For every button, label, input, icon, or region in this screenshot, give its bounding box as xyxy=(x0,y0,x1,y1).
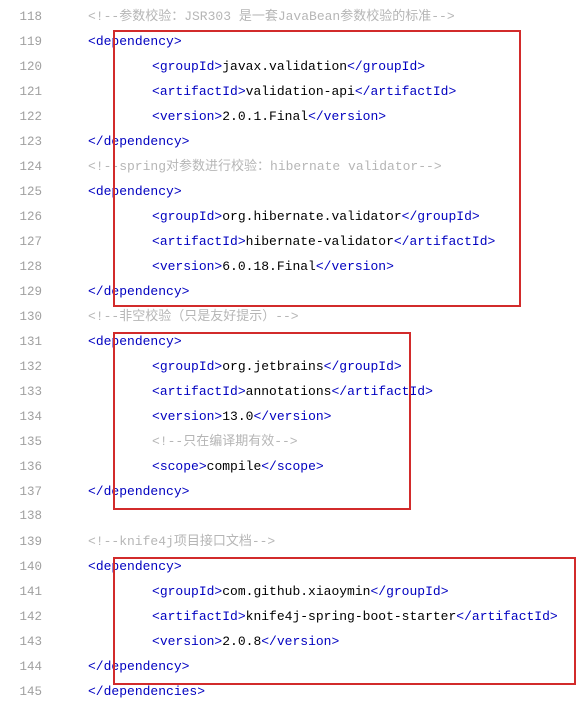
code-content[interactable]: <groupId>org.jetbrains</groupId> xyxy=(60,354,583,379)
line-number: 124 xyxy=(0,155,60,180)
code-line[interactable]: 121<artifactId>validation-api</artifactI… xyxy=(0,79,583,104)
line-number: 123 xyxy=(0,130,60,155)
code-line[interactable]: 144</dependency> xyxy=(0,654,583,679)
line-number: 145 xyxy=(0,680,60,705)
line-number: 118 xyxy=(0,5,60,30)
code-content[interactable]: <groupId>org.hibernate.validator</groupI… xyxy=(60,204,583,229)
code-line[interactable]: 127<artifactId>hibernate-validator</arti… xyxy=(0,229,583,254)
code-line[interactable]: 125<dependency> xyxy=(0,179,583,204)
code-content[interactable]: </dependency> xyxy=(60,479,583,504)
code-line[interactable]: 119<dependency> xyxy=(0,29,583,54)
line-number: 136 xyxy=(0,455,60,480)
code-line[interactable]: 138 xyxy=(0,504,583,529)
code-line[interactable]: 145</dependencies> xyxy=(0,679,583,704)
code-line[interactable]: 134<version>13.0</version> xyxy=(0,404,583,429)
code-content[interactable]: <dependency> xyxy=(60,329,583,354)
code-line[interactable]: 133<artifactId>annotations</artifactId> xyxy=(0,379,583,404)
code-content[interactable]: <groupId>com.github.xiaoymin</groupId> xyxy=(60,579,583,604)
line-number: 144 xyxy=(0,655,60,680)
code-content[interactable]: <!--非空校验（只是友好提示）--> xyxy=(60,304,583,329)
line-number: 137 xyxy=(0,480,60,505)
line-number: 125 xyxy=(0,180,60,205)
code-content[interactable]: <scope>compile</scope> xyxy=(60,454,583,479)
code-content[interactable]: <artifactId>validation-api</artifactId> xyxy=(60,79,583,104)
line-number: 122 xyxy=(0,105,60,130)
line-number: 141 xyxy=(0,580,60,605)
line-number: 128 xyxy=(0,255,60,280)
line-number: 120 xyxy=(0,55,60,80)
code-line[interactable]: 135<!--只在编译期有效--> xyxy=(0,429,583,454)
code-line[interactable]: 120<groupId>javax.validation</groupId> xyxy=(0,54,583,79)
code-content[interactable]: <version>2.0.8</version> xyxy=(60,629,583,654)
line-number: 135 xyxy=(0,430,60,455)
code-lines[interactable]: 118<!--参数校验：JSR303 是一套JavaBean参数校验的标准-->… xyxy=(0,4,583,704)
code-editor: 118<!--参数校验：JSR303 是一套JavaBean参数校验的标准-->… xyxy=(0,0,583,708)
code-line[interactable]: 130<!--非空校验（只是友好提示）--> xyxy=(0,304,583,329)
line-number: 127 xyxy=(0,230,60,255)
line-number: 138 xyxy=(0,504,60,529)
code-line[interactable]: 143<version>2.0.8</version> xyxy=(0,629,583,654)
line-number: 139 xyxy=(0,530,60,555)
code-content[interactable]: </dependency> xyxy=(60,654,583,679)
line-number: 143 xyxy=(0,630,60,655)
line-number: 130 xyxy=(0,305,60,330)
code-content[interactable]: <dependency> xyxy=(60,554,583,579)
code-content[interactable]: <!--knife4j项目接口文档--> xyxy=(60,529,583,554)
code-line[interactable]: 129</dependency> xyxy=(0,279,583,304)
line-number: 132 xyxy=(0,355,60,380)
code-content[interactable]: <artifactId>hibernate-validator</artifac… xyxy=(60,229,583,254)
code-line[interactable]: 137</dependency> xyxy=(0,479,583,504)
code-content[interactable]: <!--只在编译期有效--> xyxy=(60,429,583,454)
line-number: 126 xyxy=(0,205,60,230)
line-number: 140 xyxy=(0,555,60,580)
code-content[interactable]: </dependency> xyxy=(60,279,583,304)
code-line[interactable]: 122<version>2.0.1.Final</version> xyxy=(0,104,583,129)
line-number: 134 xyxy=(0,405,60,430)
code-line[interactable]: 142<artifactId>knife4j-spring-boot-start… xyxy=(0,604,583,629)
code-line[interactable]: 123</dependency> xyxy=(0,129,583,154)
line-number: 119 xyxy=(0,30,60,55)
line-number: 131 xyxy=(0,330,60,355)
code-content[interactable]: <version>13.0</version> xyxy=(60,404,583,429)
code-line[interactable]: 132<groupId>org.jetbrains</groupId> xyxy=(0,354,583,379)
code-line[interactable]: 128<version>6.0.18.Final</version> xyxy=(0,254,583,279)
code-content[interactable]: <version>2.0.1.Final</version> xyxy=(60,104,583,129)
code-content[interactable]: <artifactId>knife4j-spring-boot-starter<… xyxy=(60,604,583,629)
code-line[interactable]: 140<dependency> xyxy=(0,554,583,579)
code-line[interactable]: 141<groupId>com.github.xiaoymin</groupId… xyxy=(0,579,583,604)
code-content[interactable]: <dependency> xyxy=(60,179,583,204)
line-number: 121 xyxy=(0,80,60,105)
code-content[interactable]: <version>6.0.18.Final</version> xyxy=(60,254,583,279)
code-line[interactable]: 139<!--knife4j项目接口文档--> xyxy=(0,529,583,554)
line-number: 142 xyxy=(0,605,60,630)
code-content[interactable]: <dependency> xyxy=(60,29,583,54)
code-content[interactable]: <!--参数校验：JSR303 是一套JavaBean参数校验的标准--> xyxy=(60,4,583,29)
code-content[interactable]: </dependencies> xyxy=(60,679,583,704)
code-line[interactable]: 118<!--参数校验：JSR303 是一套JavaBean参数校验的标准--> xyxy=(0,4,583,29)
code-content[interactable]: <groupId>javax.validation</groupId> xyxy=(60,54,583,79)
code-line[interactable]: 126<groupId>org.hibernate.validator</gro… xyxy=(0,204,583,229)
code-line[interactable]: 136<scope>compile</scope> xyxy=(0,454,583,479)
code-content[interactable]: <artifactId>annotations</artifactId> xyxy=(60,379,583,404)
code-content[interactable]: <!--spring对参数进行校验：hibernate validator--> xyxy=(60,154,583,179)
line-number: 133 xyxy=(0,380,60,405)
code-content[interactable]: </dependency> xyxy=(60,129,583,154)
code-line[interactable]: 124<!--spring对参数进行校验：hibernate validator… xyxy=(0,154,583,179)
code-line[interactable]: 131<dependency> xyxy=(0,329,583,354)
line-number: 129 xyxy=(0,280,60,305)
